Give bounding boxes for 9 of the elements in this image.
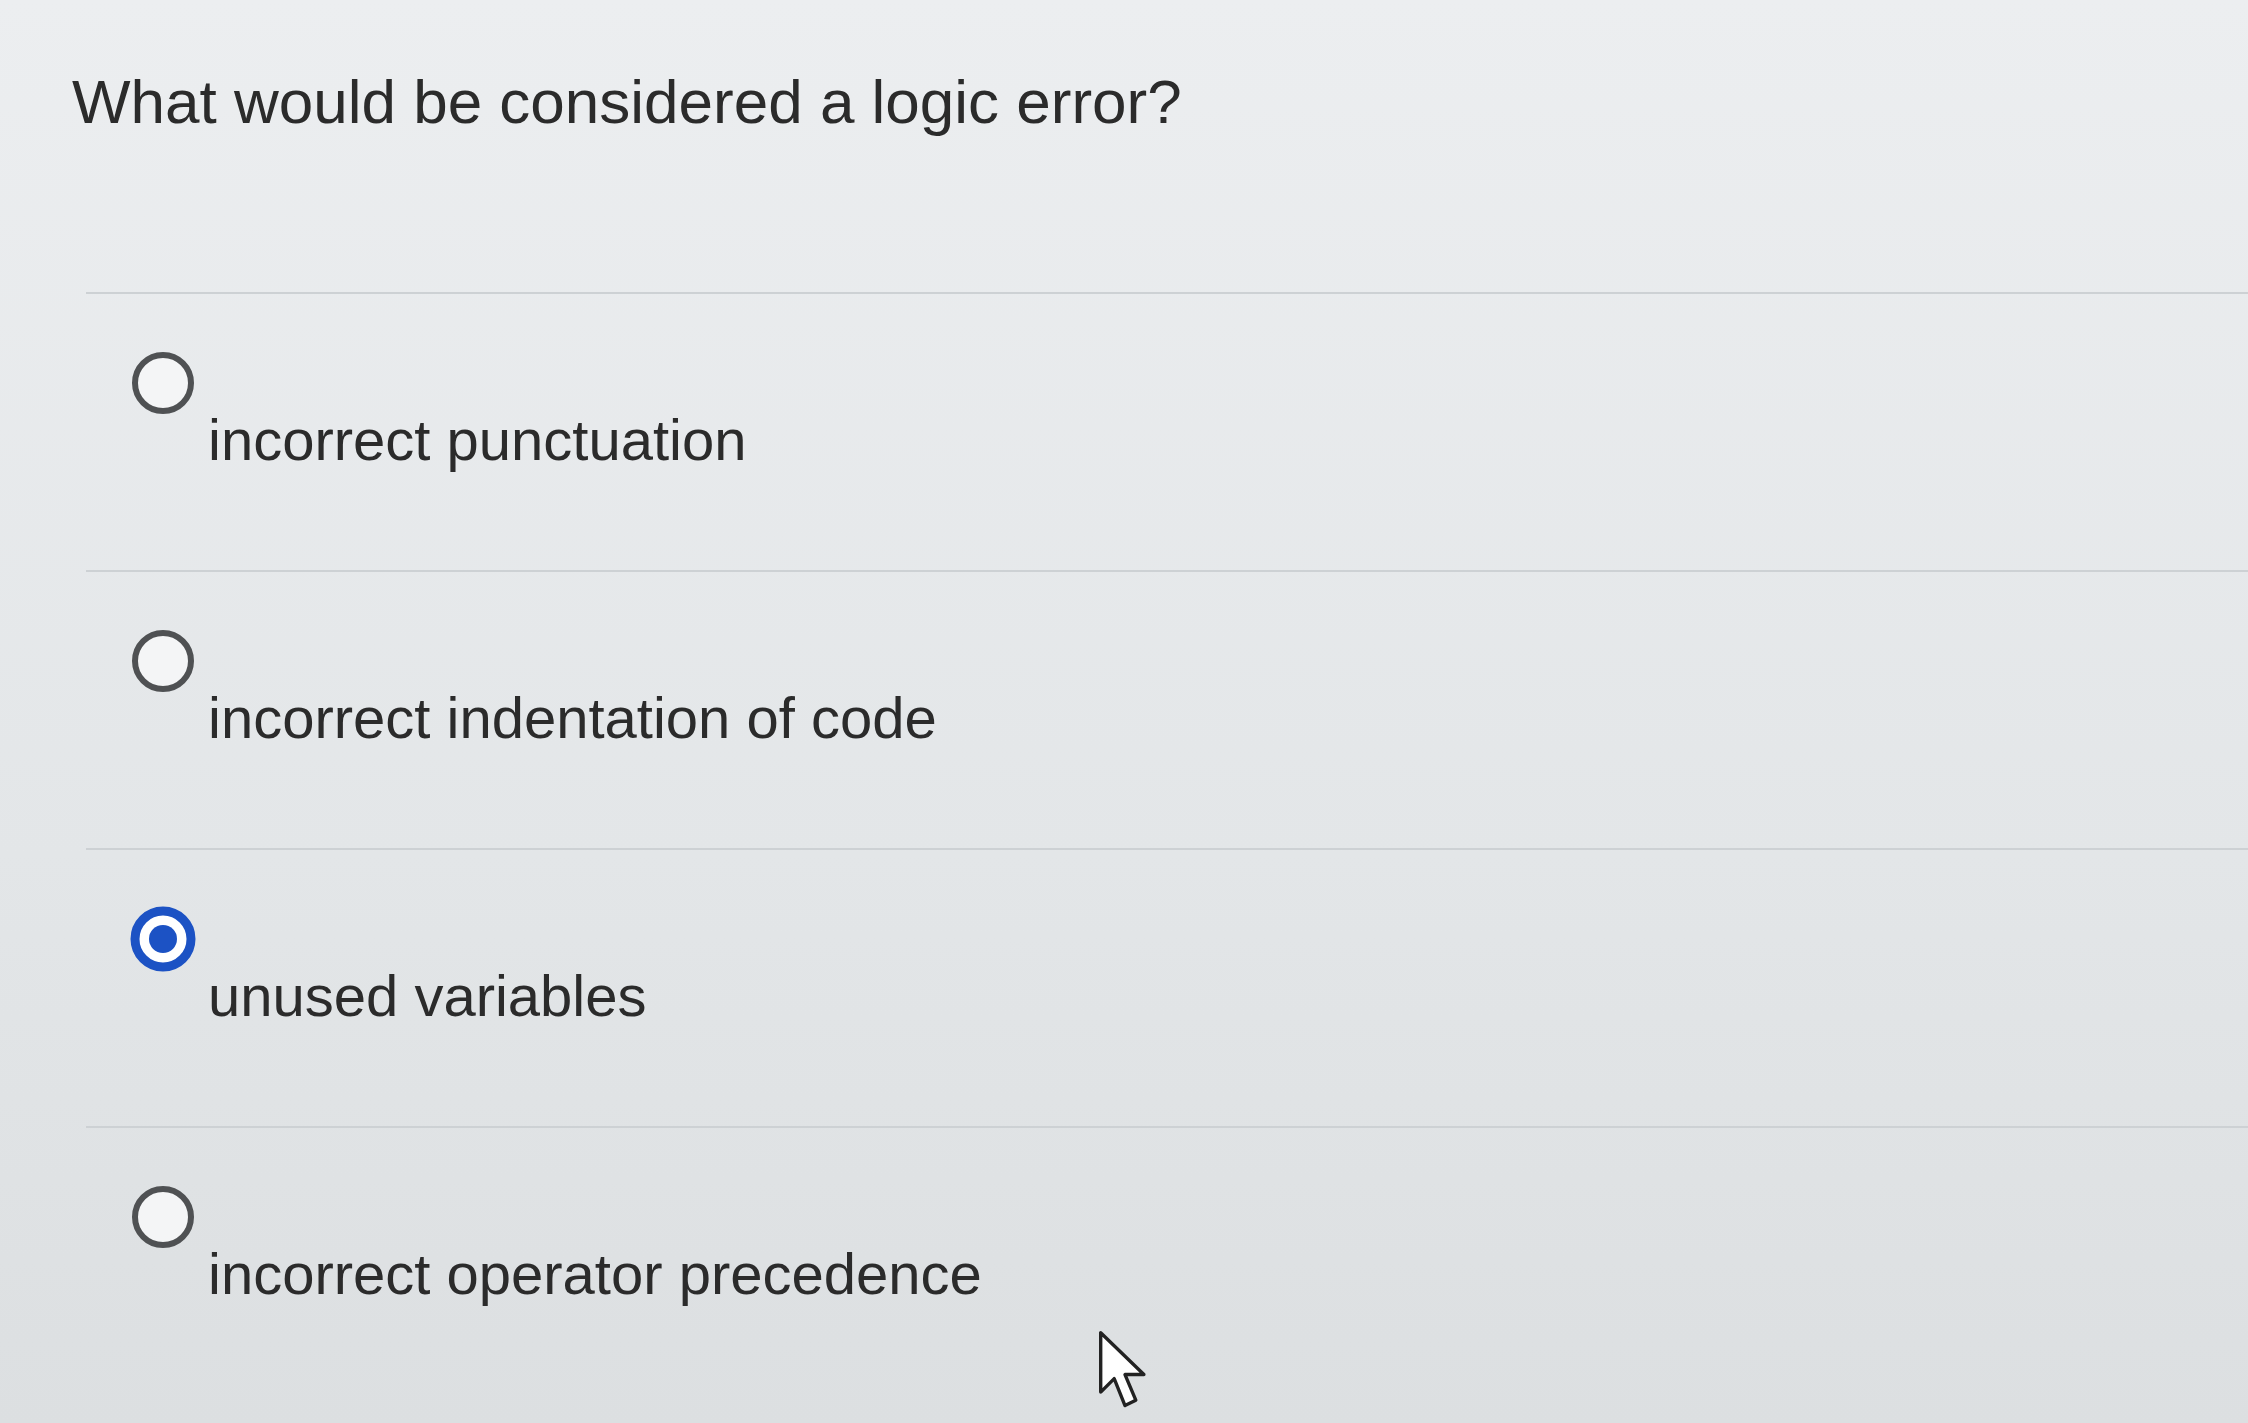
option-label: incorrect indentation of code xyxy=(208,684,937,752)
radio-button[interactable] xyxy=(130,906,196,972)
radio-button[interactable] xyxy=(130,628,196,694)
option-label: incorrect operator precedence xyxy=(208,1240,982,1308)
option-label: unused variables xyxy=(208,962,647,1030)
option-label: incorrect punctuation xyxy=(208,406,747,474)
question-text: What would be considered a logic error? xyxy=(72,66,1183,138)
radio-button[interactable] xyxy=(130,1184,196,1250)
radio-button[interactable] xyxy=(130,350,196,416)
